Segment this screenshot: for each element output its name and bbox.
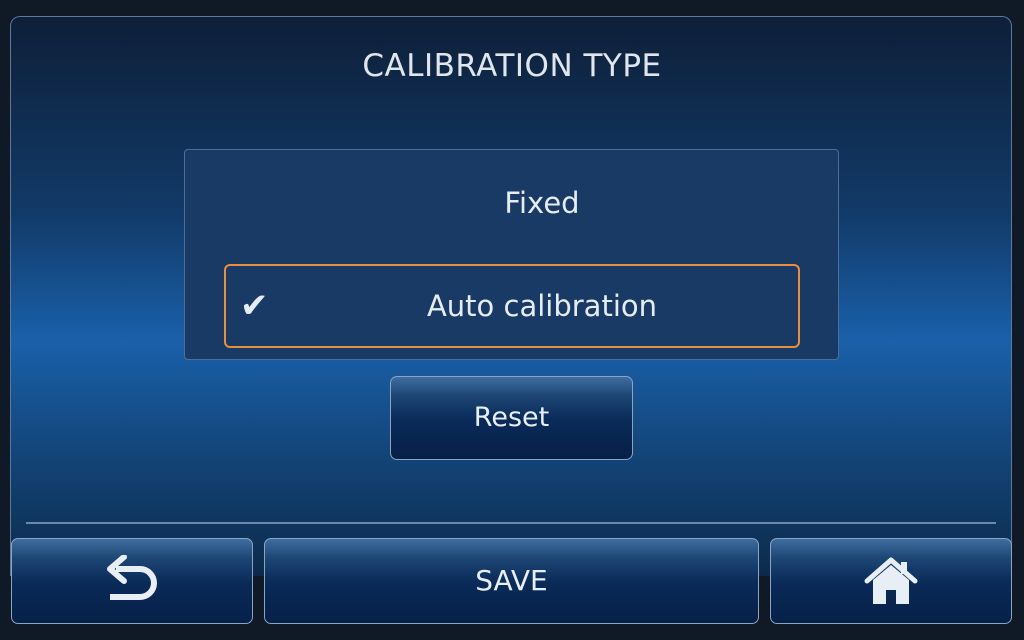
option-fixed[interactable]: Fixed <box>224 170 800 236</box>
home-icon <box>864 557 918 604</box>
option-fixed-label: Fixed <box>504 186 580 220</box>
option-auto-calibration[interactable]: ✔ Auto calibration <box>224 264 800 348</box>
back-button[interactable] <box>11 538 253 624</box>
divider <box>26 522 996 524</box>
option-auto-calibration-label: Auto calibration <box>426 289 658 323</box>
back-arrow-icon <box>107 555 157 600</box>
reset-button-label: Reset <box>473 402 550 433</box>
page-title: CALIBRATION TYPE <box>362 48 662 84</box>
save-button-label: SAVE <box>475 564 548 597</box>
save-button[interactable]: SAVE <box>264 538 759 624</box>
reset-button[interactable]: Reset <box>390 376 633 460</box>
calibration-type-screen: CALIBRATION TYPE Fixed ✔ Auto calibratio… <box>0 0 1024 640</box>
checkmark-icon: ✔ <box>240 286 269 326</box>
home-button[interactable] <box>770 538 1012 624</box>
